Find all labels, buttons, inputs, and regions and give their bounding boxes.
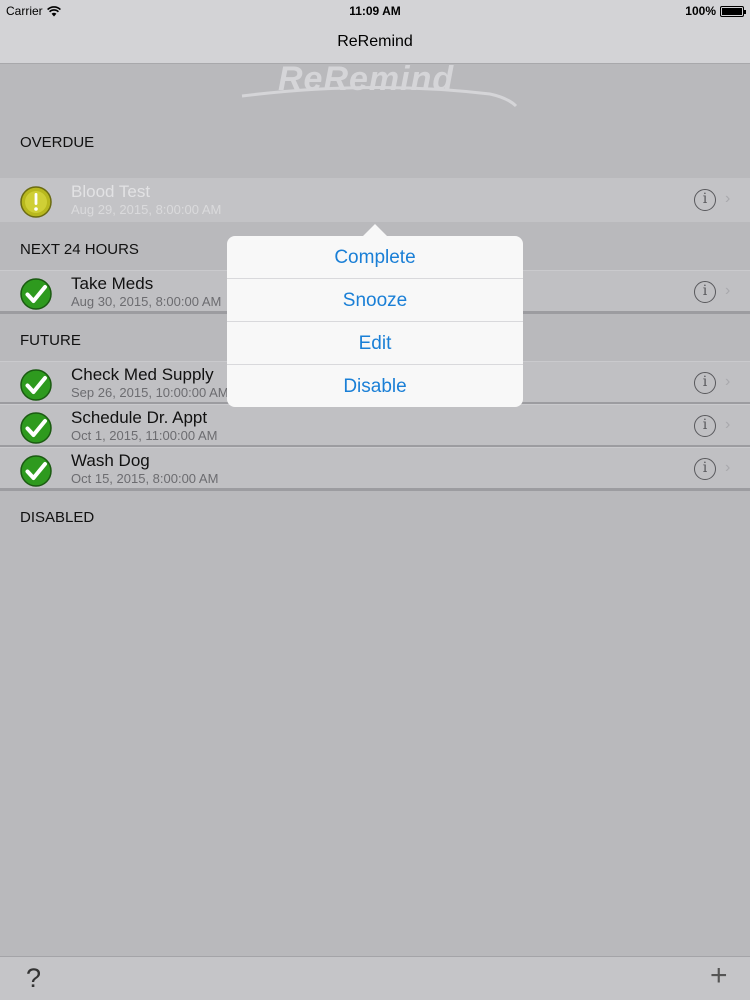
reminder-row-blood-test[interactable]: Blood Test Aug 29, 2015, 8:00:00 AM i › (0, 178, 750, 222)
info-icon[interactable]: i (694, 415, 716, 437)
chevron-right-icon: › (725, 282, 731, 299)
section-header-overdue: OVERDUE (20, 134, 95, 151)
status-bar: Carrier 11:09 AM 100% (0, 0, 750, 22)
action-popover: Complete Snooze Edit Disable (227, 236, 523, 407)
complete-menu-item[interactable]: Complete (227, 236, 523, 279)
chevron-right-icon: › (725, 373, 731, 390)
reminder-row-schedule-dr-appt[interactable]: Schedule Dr. Appt Oct 1, 2015, 11:00:00 … (0, 404, 750, 448)
logo-text: ReRemind (278, 60, 455, 98)
disable-menu-item[interactable]: Disable (227, 365, 523, 408)
page-title: ReRemind (337, 33, 413, 50)
chevron-right-icon: › (725, 190, 731, 207)
reminder-title: Blood Test (71, 182, 151, 201)
battery-icon (720, 5, 746, 17)
battery-percent: 100% (685, 4, 716, 18)
checkmark-circle-icon (20, 278, 52, 310)
reminder-date: Oct 15, 2015, 8:00:00 AM (71, 471, 219, 486)
reminder-date: Aug 30, 2015, 8:00:00 AM (71, 294, 222, 309)
info-icon[interactable]: i (694, 281, 716, 303)
chevron-right-icon: › (725, 416, 731, 433)
checkmark-circle-icon (20, 369, 52, 401)
edit-menu-item[interactable]: Edit (227, 322, 523, 365)
section-header-next-24-hours: NEXT 24 HOURS (20, 241, 139, 258)
reminder-date: Sep 26, 2015, 10:00:00 AM (71, 385, 229, 400)
exclamation-circle-icon (20, 186, 52, 218)
snooze-menu-item[interactable]: Snooze (227, 279, 523, 322)
bottom-toolbar: ? + (0, 956, 750, 1000)
info-icon[interactable]: i (694, 458, 716, 480)
checkmark-circle-icon (20, 455, 52, 487)
add-reminder-button[interactable]: + (710, 959, 728, 993)
section-header-future: FUTURE (20, 332, 81, 349)
chevron-right-icon: › (725, 459, 731, 476)
section-header-disabled: DISABLED (20, 509, 95, 526)
reminder-title: Take Meds (71, 274, 154, 293)
reminder-title: Schedule Dr. Appt (71, 408, 208, 427)
reminder-date: Oct 1, 2015, 11:00:00 AM (71, 428, 218, 443)
reminder-row-wash-dog[interactable]: Wash Dog Oct 15, 2015, 8:00:00 AM i › (0, 447, 750, 491)
info-icon[interactable]: i (694, 372, 716, 394)
app-logo: ReRemind (240, 60, 520, 112)
checkmark-circle-icon (20, 412, 52, 444)
help-button[interactable]: ? (26, 963, 41, 994)
reminder-date: Aug 29, 2015, 8:00:00 AM (71, 202, 222, 217)
navigation-bar: ReRemind (0, 22, 750, 64)
reminder-title: Check Med Supply (71, 365, 214, 384)
status-time: 11:09 AM (349, 4, 401, 18)
battery-group: 100% (685, 4, 746, 18)
reminder-title: Wash Dog (71, 451, 150, 470)
info-icon[interactable]: i (694, 189, 716, 211)
